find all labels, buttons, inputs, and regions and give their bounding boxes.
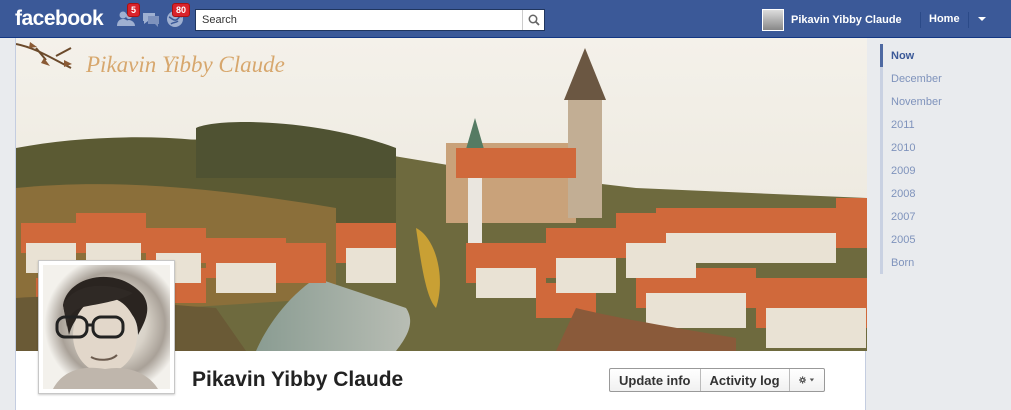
profile-picture[interactable]: [38, 260, 175, 394]
divider: [920, 12, 921, 28]
search-box: [195, 9, 545, 31]
avatar: [762, 9, 784, 31]
timeline-navigation: Now December November 2011 2010 2009 200…: [880, 44, 1011, 274]
update-info-button[interactable]: Update info: [610, 369, 701, 391]
chevron-down-icon: [809, 378, 814, 382]
timeline-item-2007[interactable]: 2007: [880, 205, 1011, 228]
friend-requests-icon[interactable]: 5: [117, 3, 141, 28]
timeline-item-now[interactable]: Now: [880, 44, 1011, 67]
search-icon: [528, 14, 540, 26]
account-menu-icon[interactable]: [976, 13, 988, 25]
gear-icon: [798, 376, 806, 384]
profile-photo: [43, 265, 170, 389]
timeline-item-born[interactable]: Born: [880, 251, 1011, 274]
facebook-logo[interactable]: facebook: [15, 7, 104, 31]
messages-icon[interactable]: [142, 10, 160, 28]
profile-link[interactable]: Pikavin Yibby Claude: [762, 9, 902, 31]
user-name: Pikavin Yibby Claude: [791, 14, 902, 26]
top-navigation-bar: facebook 5 80 Pikavin Yibby Claude Home: [0, 0, 1011, 38]
cover-signature: Pikavin Yibby Claude: [86, 52, 285, 77]
search-input[interactable]: [196, 10, 516, 30]
timeline-item-2010[interactable]: 2010: [880, 136, 1011, 159]
settings-menu-button[interactable]: [790, 369, 824, 391]
notifications-badge: 80: [172, 3, 191, 17]
friend-requests-badge: 5: [127, 3, 141, 17]
profile-name: Pikavin Yibby Claude: [192, 368, 404, 391]
timeline-item-2005[interactable]: 2005: [880, 228, 1011, 251]
activity-log-button[interactable]: Activity log: [701, 369, 790, 391]
profile-column: Pikavin Yibby Claude Pikavin Yibby Claud…: [15, 38, 867, 410]
divider: [968, 12, 969, 28]
timeline-item-december[interactable]: December: [880, 67, 1011, 90]
notifications-icon[interactable]: 80: [166, 3, 191, 28]
timeline-item-november[interactable]: November: [880, 90, 1011, 113]
timeline-item-2008[interactable]: 2008: [880, 182, 1011, 205]
home-link[interactable]: Home: [929, 13, 960, 25]
timeline-item-2009[interactable]: 2009: [880, 159, 1011, 182]
search-button[interactable]: [522, 10, 544, 30]
profile-actions: Update info Activity log: [609, 368, 825, 392]
timeline-item-2011[interactable]: 2011: [880, 113, 1011, 136]
